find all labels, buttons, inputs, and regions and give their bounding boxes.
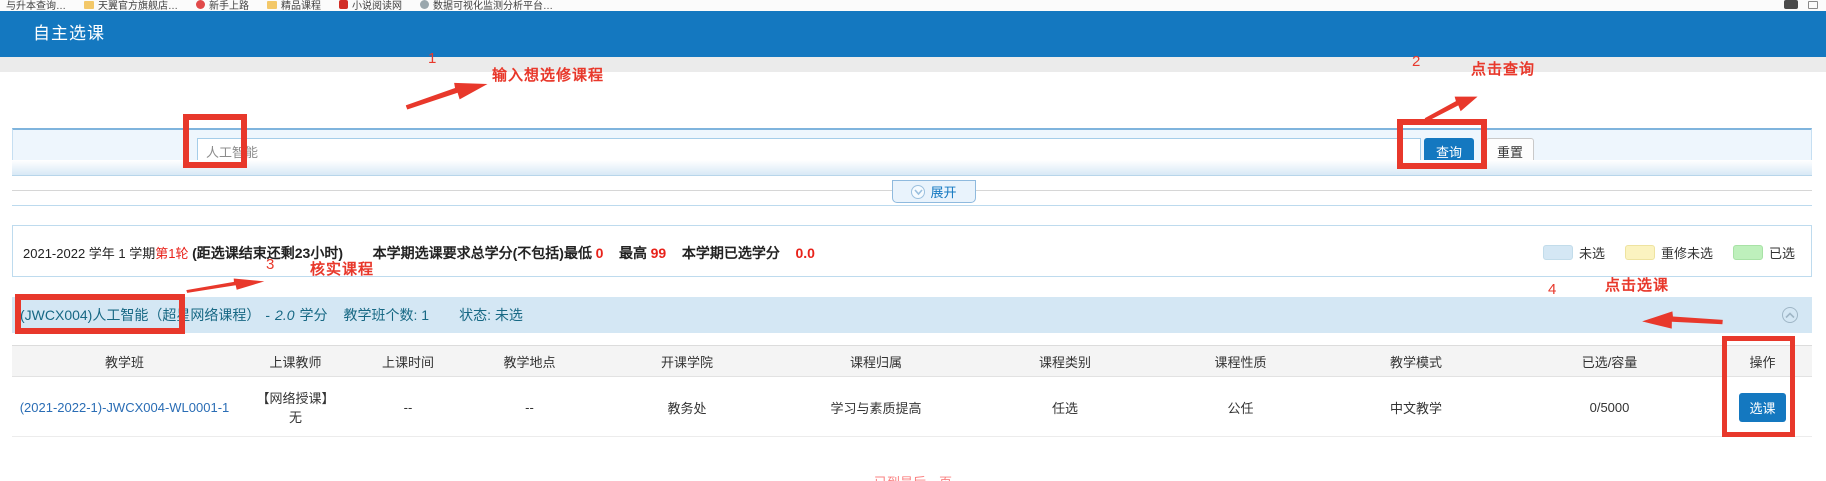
browser-bookmarks-bar: 与升本查询… 天翼官方旗舰店… 新手上路 精品课程 小说阅读网 数据可视化监测分… [0,0,1826,11]
page-title: 自主选课 [33,11,105,57]
retake-swatch [1625,245,1655,260]
select-course-button[interactable]: 选课 [1739,393,1786,422]
annotation-arrow-2 [1420,86,1482,123]
selected-swatch [1733,245,1763,260]
annotation-step4-number: 4 [1548,281,1556,298]
credit-max-value: 99 [651,245,667,261]
teacher-type: 【网络授课】 [256,388,334,407]
nature-cell: 公任 [1155,398,1326,417]
college-cell: 教务处 [597,398,777,417]
course-band[interactable]: (JWCX004)人工智能（超星网络课程） - 2.0 学分 教学班个数: 1 … [12,297,1812,333]
bookmark-label: 新手上路 [209,0,249,11]
annotation-step3-number: 3 [266,256,274,273]
col-header: 教学地点 [462,352,597,371]
legend-item-unselected: 未选 [1543,243,1605,262]
status-legend: 未选 重修未选 已选 [1543,243,1795,262]
course-title: (JWCX004)人工智能（超星网络课程） [20,305,260,325]
bookmark-label: 数据可视化监测分析平台… [433,0,553,11]
belong-cell: 学习与素质提高 [777,398,975,417]
legend-item-selected: 已选 [1733,243,1795,262]
round-label: 第1轮 [155,246,188,261]
bookmark-label: 小说阅读网 [352,0,402,11]
category-cell: 任选 [975,398,1155,417]
course-dash: - [265,307,270,323]
course-status: 状态: 未选 [459,305,523,325]
annotation-step4-text: 点击选课 [1605,274,1669,295]
semester-info-text: 2021-2022 学年 1 学期第1轮 (距选课结束还剩23小时) 本学期选课… [23,243,815,263]
col-header: 课程类别 [975,352,1155,371]
header-divider-strip [0,57,1826,72]
semester-info-bar: 2021-2022 学年 1 学期第1轮 (距选课结束还剩23小时) 本学期选课… [12,225,1812,277]
folder-icon [267,1,277,9]
bookmark-label: 与升本查询… [6,0,66,11]
bookmark-item[interactable]: 精品课程 [267,0,321,11]
col-header: 课程性质 [1155,352,1326,371]
selected-credits-label: 本学期已选学分 [682,245,780,261]
col-header: 上课教师 [237,352,354,371]
bookmark-item[interactable]: 天翼官方旗舰店… [84,0,178,11]
col-header: 教学班 [12,352,237,371]
globe-icon [420,0,429,9]
credit-max-label: 最高 [619,245,647,261]
chevron-down-circle-icon [911,185,925,199]
teacher-name: 无 [289,407,302,426]
expand-tab-row: 展开 [12,176,1812,206]
class-id-link[interactable]: (2021-2022-1)-JWCX004-WL0001-1 [20,400,230,415]
folder-icon [84,1,94,9]
table-row: (2021-2022-1)-JWCX004-WL0001-1 【网络授课】 无 … [12,378,1812,437]
teacher-cell: 【网络授课】 无 [237,388,354,426]
end-of-list-text: 已到最后一页 [874,472,952,481]
col-header: 已选/容量 [1506,352,1713,371]
bookmark-label: 精品课程 [281,0,321,11]
annotation-step2-number: 2 [1412,53,1420,70]
annotation-step3-text: 核实课程 [310,258,374,279]
course-credits: 2.0 [275,307,294,323]
red-square-icon [339,0,348,9]
expand-toggle[interactable]: 展开 [892,180,976,203]
place-cell: -- [462,400,597,415]
red-dot-icon [196,0,205,9]
class-table-header: 教学班 上课教师 上课时间 教学地点 开课学院 课程归属 课程类别 课程性质 教… [12,345,1812,377]
expand-label: 展开 [930,182,956,201]
bookmark-item[interactable]: 小说阅读网 [339,0,402,11]
mode-cell: 中文教学 [1326,398,1506,417]
capacity-cell: 0/5000 [1506,400,1713,415]
bookmark-item[interactable]: 与升本查询… [6,0,66,11]
chevron-up-circle-icon[interactable] [1782,307,1798,323]
annotation-arrow-1 [403,73,492,112]
bookmark-item[interactable]: 新手上路 [196,0,249,11]
legend-item-retake: 重修未选 [1625,243,1713,262]
annotation-step1-number: 1 [428,50,436,67]
class-count: 教学班个数: 1 [344,305,430,325]
col-header: 教学模式 [1326,352,1506,371]
course-credits-unit: 学分 [300,305,328,325]
bookmark-label: 天翼官方旗舰店… [98,0,178,11]
bookmark-item[interactable]: 数据可视化监测分析平台… [420,0,553,11]
col-header: 操作 [1713,352,1812,371]
time-cell: -- [354,400,462,415]
annotation-step1-text: 输入想选修课程 [492,64,604,85]
credit-min-value: 0 [596,245,604,261]
col-header: 上课时间 [354,352,462,371]
semester-label: 2021-2022 学年 1 学期 [23,246,155,261]
sidebar-toggle-icon[interactable] [1808,1,1818,9]
panel-footer-gradient [12,160,1812,176]
reading-list-icon[interactable] [1784,0,1798,9]
annotation-step2-text: 点击查询 [1471,58,1535,79]
col-header: 课程归属 [777,352,975,371]
col-header: 开课学院 [597,352,777,371]
selected-credits-value: 0.0 [795,245,814,261]
course-selection-page: 与升本查询… 天翼官方旗舰店… 新手上路 精品课程 小说阅读网 数据可视化监测分… [0,0,1826,481]
credit-requirement-label: 本学期选课要求总学分(不包括)最低 [373,245,592,261]
unselected-swatch [1543,245,1573,260]
page-header: 自主选课 [0,11,1826,57]
